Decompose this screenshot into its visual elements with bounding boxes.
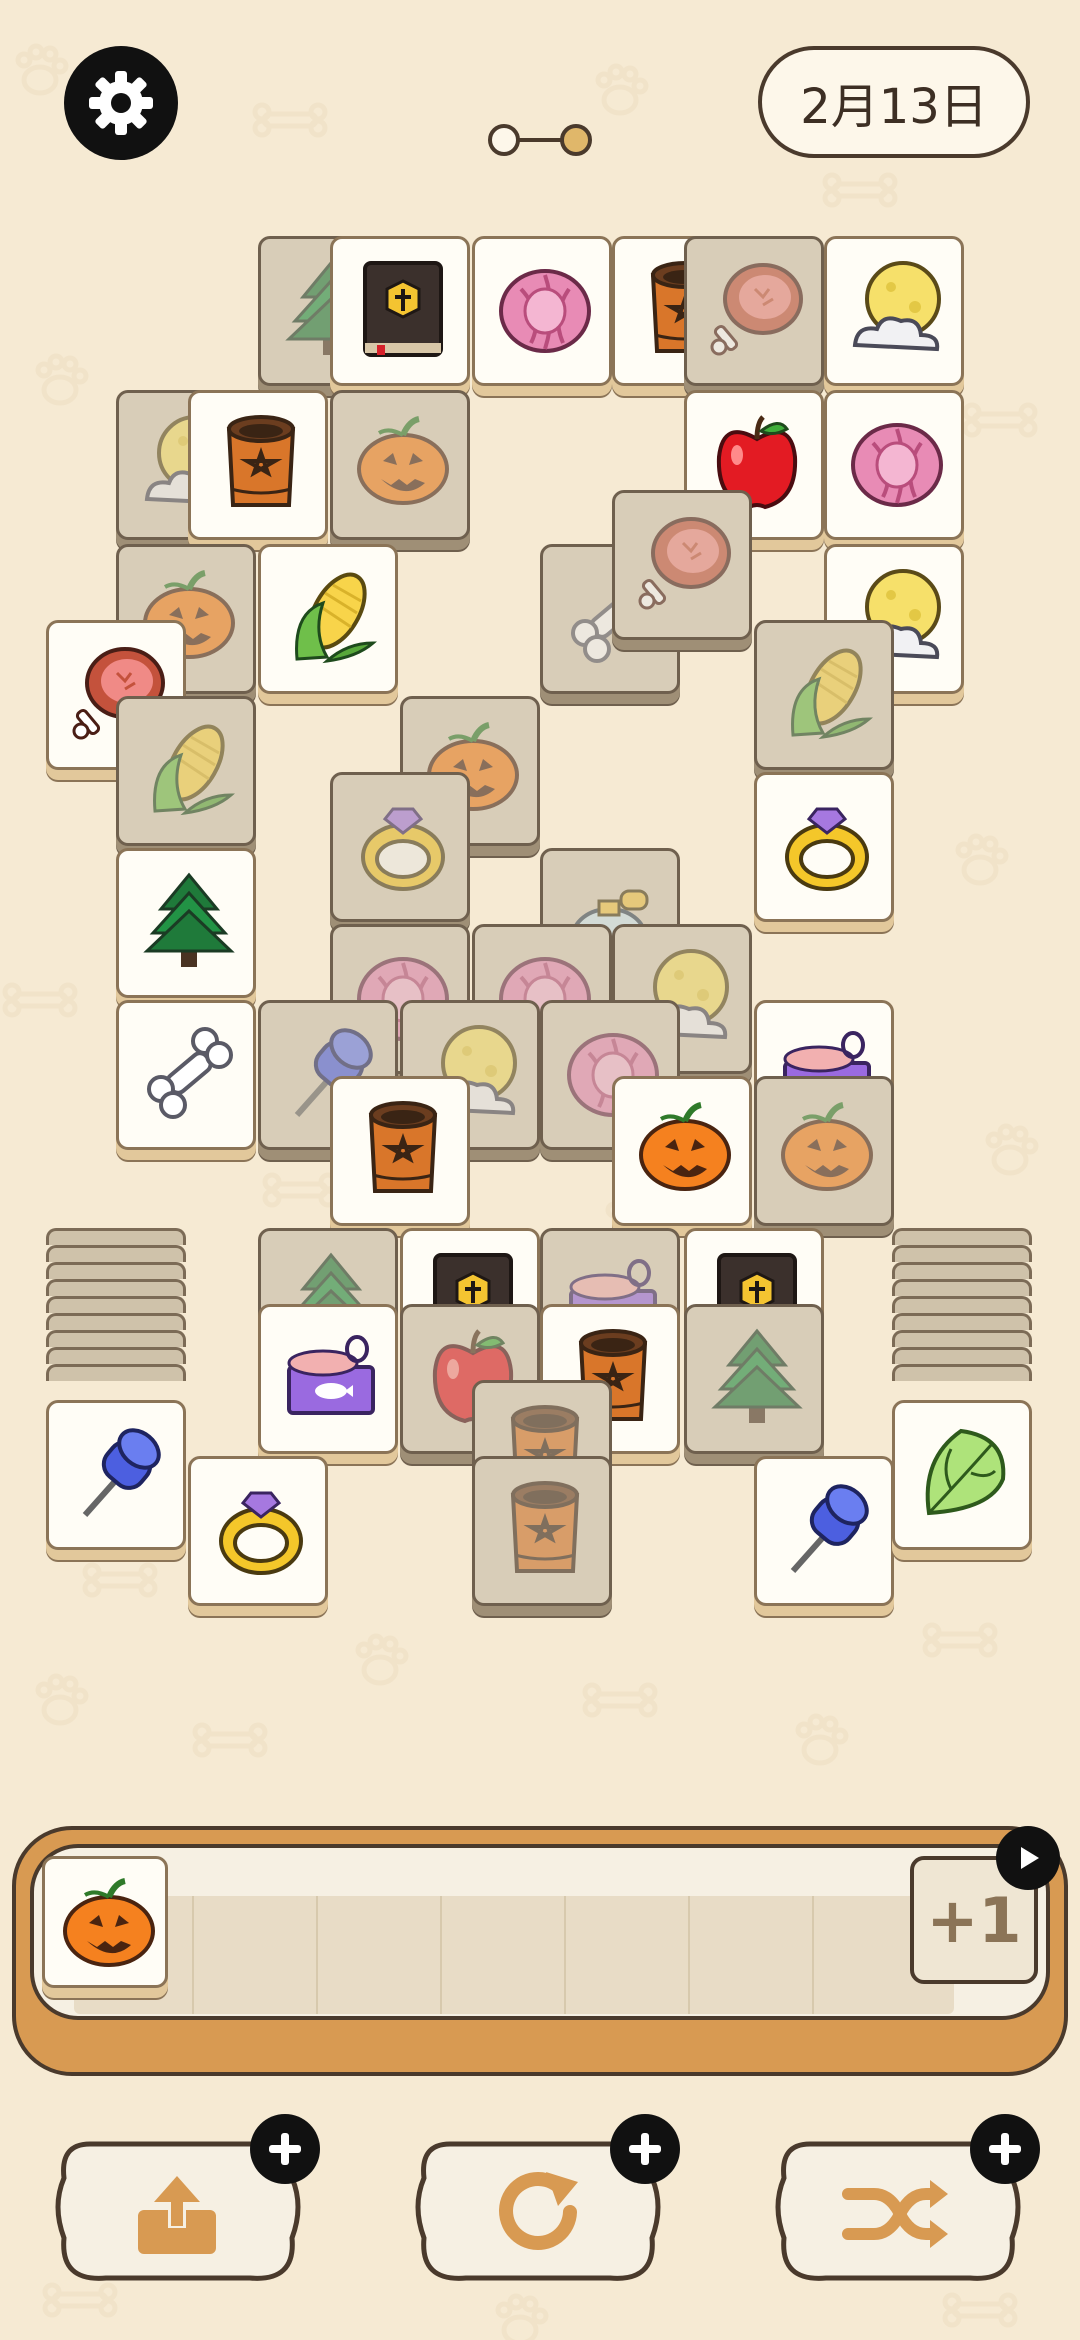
book-icon	[363, 261, 443, 357]
tray-slot	[322, 1896, 442, 2014]
tile-moon[interactable]	[824, 236, 964, 386]
barrel-icon	[227, 415, 295, 507]
tray-slots	[74, 1896, 954, 2014]
tile-lettuce[interactable]	[892, 1400, 1032, 1550]
barrel-icon	[369, 1101, 437, 1193]
pin-icon	[773, 1475, 881, 1583]
tile-ham	[684, 236, 824, 386]
tile-corn	[116, 696, 256, 846]
plus-icon	[629, 2133, 661, 2165]
tile-corn	[754, 620, 894, 770]
tile-cabbage[interactable]	[824, 390, 964, 540]
tray-slot	[694, 1896, 814, 2014]
plus-icon	[269, 2133, 301, 2165]
tile-ring[interactable]	[754, 772, 894, 922]
box-up-icon	[138, 2176, 216, 2254]
ring-icon	[361, 807, 445, 891]
pumpkin-icon	[631, 1095, 739, 1203]
tile-barrel[interactable]	[188, 390, 328, 540]
play-ad-button[interactable]	[996, 1826, 1060, 1890]
catfood-icon	[287, 1335, 375, 1415]
pumpkin-icon	[55, 1871, 163, 1979]
corn-icon	[294, 563, 379, 663]
extra-slot-label: +1	[926, 1883, 1022, 1957]
tile-bone[interactable]	[116, 1000, 256, 1150]
tray-slot	[446, 1896, 566, 2014]
tile-catfood[interactable]	[258, 1304, 398, 1454]
refresh-icon	[499, 2172, 578, 2250]
tile-pumpkin	[330, 390, 470, 540]
cabbage-icon	[499, 269, 591, 353]
tile-pin[interactable]	[754, 1456, 894, 1606]
refresh-tool-button[interactable]	[410, 2114, 680, 2304]
tile-ham	[612, 490, 752, 640]
tile-book[interactable]	[330, 236, 470, 386]
tile-corn[interactable]	[258, 544, 398, 694]
lettuce-icon	[925, 1429, 1006, 1515]
refresh-add-button[interactable]	[610, 2114, 680, 2184]
tray-slot	[198, 1896, 318, 2014]
tile-ring	[330, 772, 470, 922]
tile-cabbage[interactable]	[472, 236, 612, 386]
undo-tool-button[interactable]	[50, 2114, 320, 2304]
pumpkin-icon	[349, 409, 457, 517]
tray-inner	[30, 1844, 1050, 2020]
ring-icon	[785, 807, 869, 891]
pumpkin-icon	[773, 1095, 881, 1203]
cabbage-icon	[851, 423, 943, 507]
bone-icon	[147, 1027, 233, 1119]
plus-icon	[989, 2133, 1021, 2165]
pin-icon	[65, 1419, 173, 1527]
tree-icon	[713, 1329, 801, 1425]
tile-pin[interactable]	[46, 1400, 186, 1550]
tile-board	[0, 0, 1080, 1640]
tile-tree[interactable]	[116, 848, 256, 998]
play-icon	[1021, 1847, 1039, 1869]
tile-barrel[interactable]	[330, 1076, 470, 1226]
ham-icon	[710, 263, 803, 356]
tray-tile-pumpkin	[42, 1856, 168, 1988]
ring-icon	[219, 1491, 303, 1575]
tile-tree	[684, 1304, 824, 1454]
barrel-icon	[511, 1481, 579, 1573]
tree-icon	[145, 873, 233, 969]
tray-slot	[570, 1896, 690, 2014]
shuffle-add-button[interactable]	[970, 2114, 1040, 2184]
shuffle-icon	[842, 2180, 948, 2248]
shuffle-tool-button[interactable]	[770, 2114, 1040, 2304]
tile-pumpkin[interactable]	[612, 1076, 752, 1226]
corn-icon	[152, 715, 237, 815]
undo-add-button[interactable]	[250, 2114, 320, 2184]
tile-pumpkin	[754, 1076, 894, 1226]
corn-icon	[790, 639, 875, 739]
ham-icon	[638, 517, 731, 610]
tile-ring[interactable]	[188, 1456, 328, 1606]
moon-icon	[853, 261, 941, 351]
tile-barrel	[472, 1456, 612, 1606]
